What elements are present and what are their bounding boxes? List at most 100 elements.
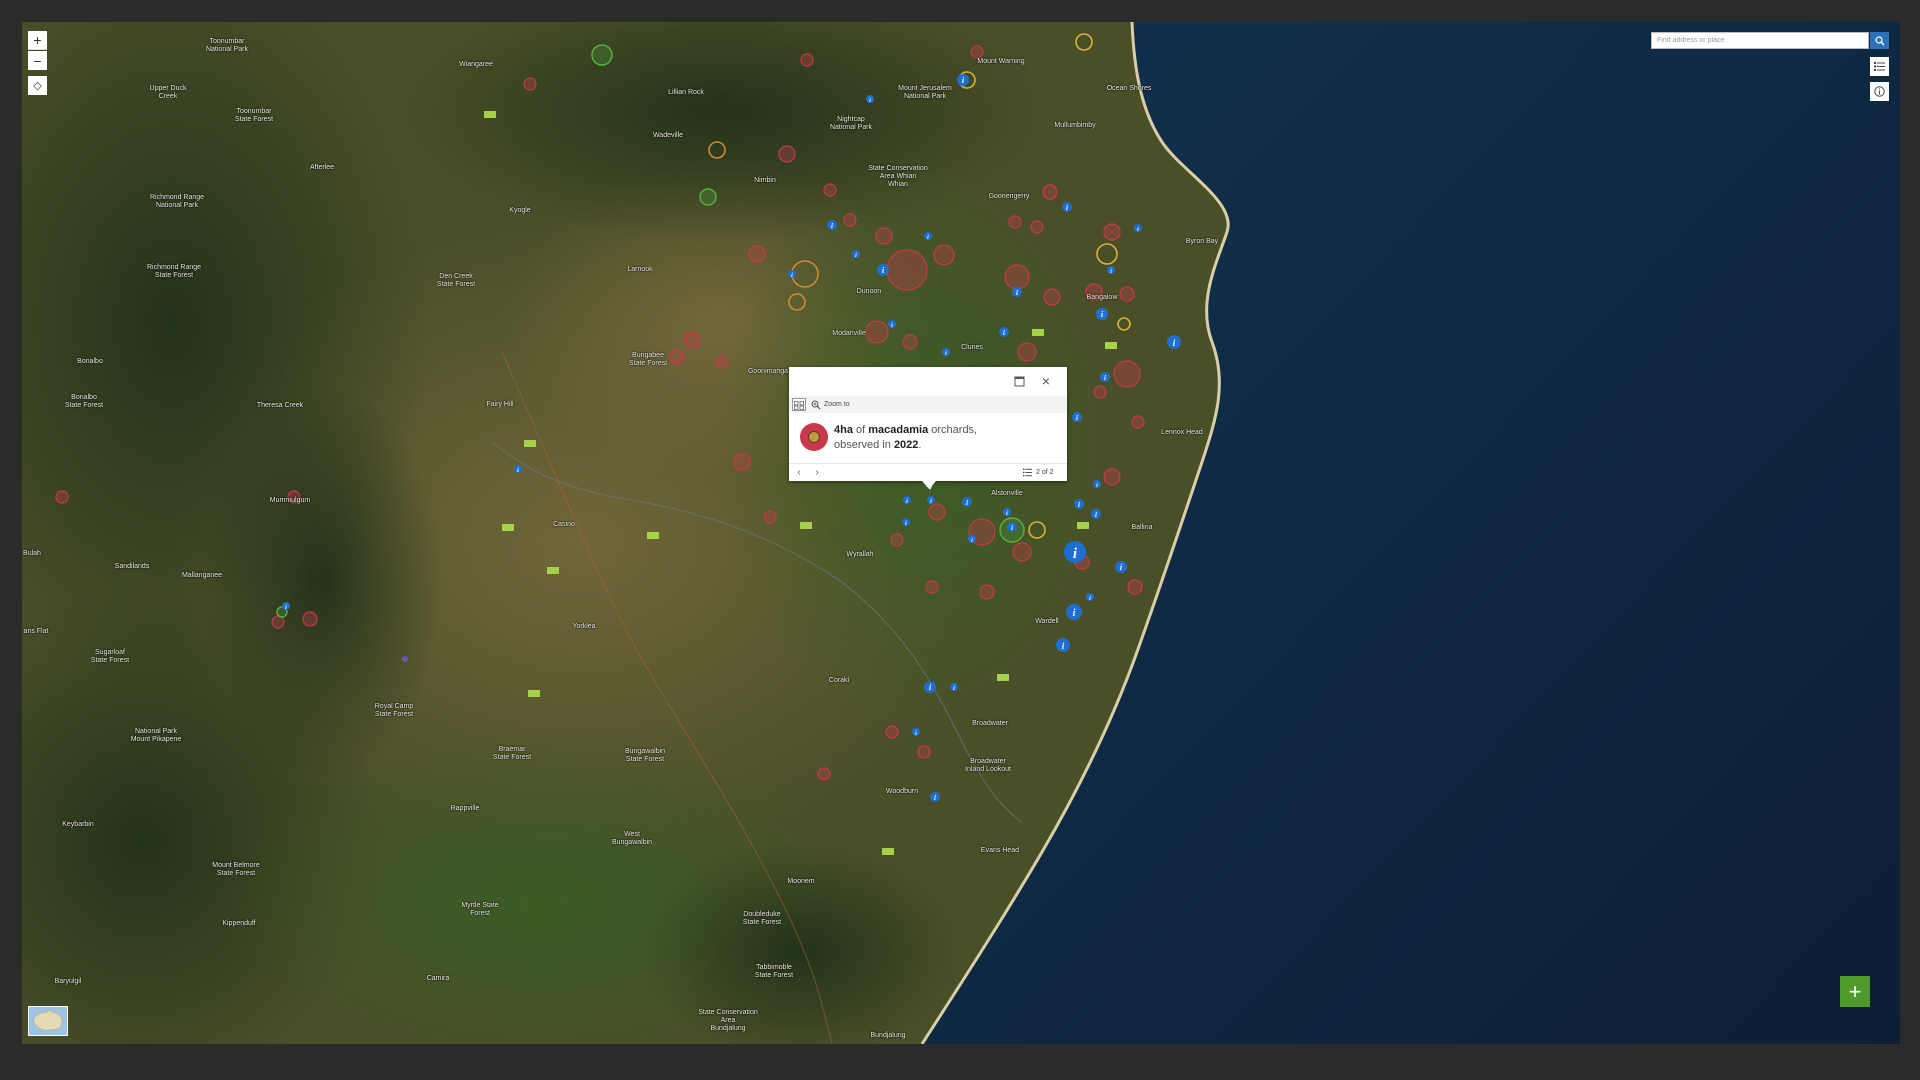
orchard-marker[interactable]	[925, 580, 939, 594]
info-marker[interactable]: i	[1012, 287, 1022, 297]
info-marker[interactable]: i	[1115, 561, 1127, 573]
overview-map-toggle[interactable]	[28, 1006, 68, 1036]
orchard-marker[interactable]	[1017, 342, 1037, 362]
zoom-in-button[interactable]: +	[28, 31, 47, 50]
green-marker[interactable]	[699, 188, 717, 206]
orchard-marker[interactable]	[1119, 286, 1135, 302]
orchard-marker[interactable]	[843, 213, 857, 227]
orchard-marker[interactable]	[1008, 215, 1022, 229]
orchard-marker[interactable]	[800, 53, 814, 67]
orchard-marker[interactable]	[902, 334, 918, 350]
dock-button[interactable]	[1013, 375, 1026, 388]
orchard-marker[interactable]	[271, 615, 285, 629]
info-marker[interactable]: i	[1062, 202, 1072, 212]
orchard-marker[interactable]	[1127, 579, 1143, 595]
close-button[interactable]: ×	[1039, 374, 1053, 388]
orchard-marker[interactable]	[917, 745, 931, 759]
orchard-marker[interactable]	[715, 355, 729, 369]
info-marker[interactable]: i	[1096, 308, 1108, 320]
map-view[interactable]: i i i i i i i i i i i i i i i i i i i i …	[22, 22, 1900, 1044]
next-feature-button[interactable]: ›	[810, 465, 824, 479]
orchard-marker[interactable]	[886, 249, 928, 291]
orchard-marker[interactable]	[1012, 542, 1032, 562]
locate-button[interactable]: ◇	[28, 76, 47, 95]
info-marker[interactable]: i	[1167, 335, 1181, 349]
farm-symbol[interactable]	[800, 522, 812, 529]
info-marker[interactable]: i	[1074, 499, 1084, 509]
info-marker[interactable]: i	[924, 681, 936, 693]
orchard-marker[interactable]	[1103, 468, 1121, 486]
info-button[interactable]	[1870, 82, 1889, 101]
orchard-marker[interactable]	[933, 244, 955, 266]
orchard-marker[interactable]	[733, 453, 751, 471]
place-label: Baryulgil	[54, 978, 82, 985]
farm-symbol[interactable]	[1105, 342, 1117, 349]
info-marker[interactable]: i	[957, 74, 969, 86]
orchard-marker[interactable]	[778, 145, 796, 163]
farm-symbol[interactable]	[882, 848, 894, 855]
orchard-marker[interactable]	[1043, 288, 1061, 306]
farm-symbol[interactable]	[997, 674, 1009, 681]
info-marker[interactable]: i	[999, 327, 1009, 337]
orchard-marker[interactable]	[823, 183, 837, 197]
previous-feature-button[interactable]: ‹	[792, 465, 806, 479]
info-marker[interactable]: i	[877, 264, 889, 276]
orchard-marker[interactable]	[523, 77, 537, 91]
feature-popup[interactable]: × Zoom to 4ha of macadamia orchards, obs…	[789, 367, 1067, 489]
orchard-marker[interactable]	[817, 767, 831, 781]
info-marker[interactable]: i	[1007, 522, 1017, 532]
orchard-marker[interactable]	[885, 725, 899, 739]
search-input[interactable]	[1651, 32, 1869, 49]
add-button[interactable]: +	[1840, 976, 1870, 1007]
farm-symbol[interactable]	[1032, 329, 1044, 336]
orchard-marker[interactable]	[748, 245, 766, 263]
orchard-marker[interactable]	[970, 45, 984, 59]
search-button[interactable]	[1870, 32, 1889, 49]
orchard-marker[interactable]	[302, 611, 318, 627]
place-label: Larnook	[627, 266, 653, 273]
orchard-marker[interactable]	[979, 584, 995, 600]
info-marker[interactable]: i	[1064, 541, 1086, 563]
zoom-out-button[interactable]: −	[28, 51, 47, 70]
farm-symbol[interactable]	[1077, 522, 1089, 529]
legend-button[interactable]	[1870, 57, 1889, 76]
farm-symbol[interactable]	[528, 690, 540, 697]
farm-symbol[interactable]	[484, 111, 496, 118]
orchard-marker[interactable]	[1103, 223, 1121, 241]
orchard-marker[interactable]	[928, 503, 946, 521]
select-feature-button[interactable]	[792, 398, 806, 411]
orchard-marker[interactable]	[683, 331, 701, 349]
zoom-to-button[interactable]: Zoom to	[811, 398, 850, 411]
orchard-marker[interactable]	[1030, 220, 1044, 234]
orchard-marker[interactable]	[55, 490, 69, 504]
info-marker[interactable]: i	[1091, 509, 1101, 519]
orchard-marker[interactable]	[1113, 360, 1141, 388]
farm-symbol[interactable]	[502, 524, 514, 531]
orchard-marker[interactable]	[1004, 264, 1030, 290]
info-marker[interactable]: i	[962, 497, 972, 507]
info-marker[interactable]: i	[1066, 604, 1082, 620]
info-marker[interactable]: i	[1072, 412, 1082, 422]
farm-symbol[interactable]	[547, 567, 559, 574]
feature-area: 4ha	[834, 424, 853, 436]
orchard-marker[interactable]	[763, 510, 777, 524]
orchard-marker[interactable]	[1093, 385, 1107, 399]
purple-marker[interactable]	[402, 656, 408, 662]
info-marker[interactable]: i	[1100, 372, 1110, 382]
feature-list-button[interactable]: 2 of 2	[1023, 465, 1054, 479]
info-marker[interactable]: i	[827, 220, 837, 230]
orchard-marker[interactable]	[865, 320, 889, 344]
farm-symbol[interactable]	[524, 440, 536, 447]
info-icon	[1874, 86, 1885, 97]
orchard-marker[interactable]	[669, 349, 685, 365]
info-marker[interactable]: i	[1056, 638, 1070, 652]
orchard-marker[interactable]	[1042, 184, 1058, 200]
info-marker[interactable]: i	[930, 792, 940, 802]
orchard-marker[interactable]	[1131, 415, 1145, 429]
orchard-marker[interactable]	[875, 227, 893, 245]
green-marker[interactable]	[591, 44, 613, 66]
legend-icon	[1874, 62, 1885, 71]
orchard-marker[interactable]	[890, 533, 904, 547]
map-canvas[interactable]: i i i i i i i i i i i i i i i i i i i i …	[22, 22, 1900, 1044]
farm-symbol[interactable]	[647, 532, 659, 539]
